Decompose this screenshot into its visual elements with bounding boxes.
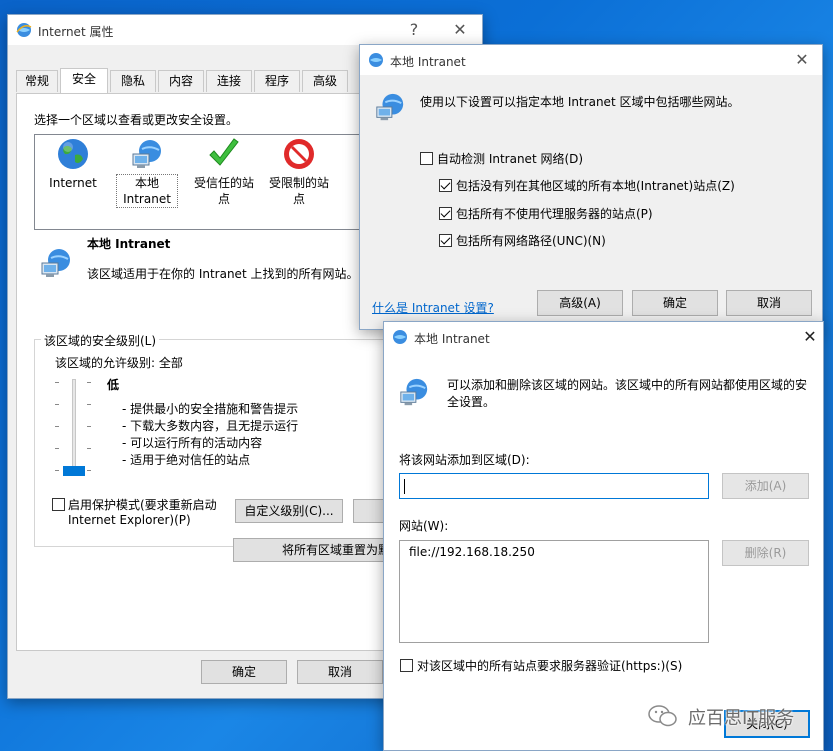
zone-internet[interactable]: Internet [43, 137, 103, 197]
tab-general[interactable]: 常规 [16, 70, 58, 92]
intranet-icon [132, 140, 161, 168]
security-level-name: 低 [107, 378, 120, 392]
level-bullet: - 提供最小的安全措施和警告提示 [122, 402, 299, 416]
auto-detect-checkbox[interactable] [420, 152, 433, 165]
include-unc-label: 包括所有网络路径(UNC)(N) [456, 234, 606, 248]
window-title: Internet 属性 [38, 25, 114, 39]
intranet-settings-dialog: 本地 Intranet ✕ 使用以下设置可以指定本地 Intranet 区域中包… [359, 44, 823, 330]
add-site-button[interactable]: 添加(A) [722, 473, 809, 499]
watermark: 应百思IT服务 [648, 702, 828, 732]
ok-button[interactable]: 确定 [632, 290, 718, 316]
zone-internet-label: Internet [49, 176, 97, 190]
slider-tick [87, 404, 91, 405]
slider-tick [87, 382, 91, 383]
zone-restricted-label: 受限制的站 点 [268, 176, 329, 206]
level-bullet: - 适用于绝对信任的站点 [122, 453, 251, 467]
selected-zone-title: 本地 Intranet [87, 237, 171, 251]
watermark-text: 应百思IT服务 [688, 708, 795, 729]
close-button[interactable]: ✕ [788, 322, 832, 352]
sites-description-2: 全设置。 [447, 395, 496, 409]
title-bar: 本地 Intranet ✕ [384, 322, 823, 352]
include-local-sites-checkbox[interactable] [439, 179, 452, 192]
include-no-proxy-label: 包括所有不使用代理服务器的站点(P) [456, 207, 653, 221]
ok-button[interactable]: 确定 [201, 660, 287, 684]
require-https-checkbox[interactable] [400, 659, 413, 672]
zone-local-intranet[interactable]: 本地 Intranet [115, 137, 179, 209]
slider-tick [87, 448, 91, 449]
text-cursor [404, 479, 405, 494]
protected-mode-checkbox[interactable] [52, 498, 65, 511]
add-site-input[interactable] [399, 473, 709, 499]
ie-globe-icon [16, 23, 32, 37]
slider-tick [55, 404, 59, 405]
cancel-button[interactable]: 取消 [297, 660, 383, 684]
security-slider-thumb[interactable] [63, 466, 85, 476]
slider-tick [55, 426, 59, 427]
intranet-icon [400, 378, 428, 406]
intranet-help-link[interactable]: 什么是 Intranet 设置? [372, 299, 494, 316]
protected-mode-label: 启用保护模式(要求重新启动 [68, 498, 217, 512]
tab-security[interactable]: 安全 [60, 68, 108, 94]
level-bullet: - 可以运行所有的活动内容 [122, 436, 263, 450]
selected-zone-description: 该区域适用于在你的 Intranet 上找到的所有网站。 [87, 267, 359, 281]
websites-label: 网站(W): [399, 519, 449, 533]
include-local-sites-label: 包括没有列在其他区域的所有本地(Intranet)站点(Z) [456, 179, 735, 193]
sites-description: 可以添加和删除该区域的网站。该区域中的所有网站都使用区域的安 [447, 378, 808, 392]
tab-programs[interactable]: 程序 [254, 70, 300, 92]
zone-trusted-label: 受信任的站 点 [193, 176, 254, 206]
websites-list[interactable]: file://192.168.18.250 [399, 540, 709, 643]
protected-mode-label-2: Internet Explorer)(P) [68, 513, 191, 527]
close-button[interactable]: ✕ [780, 45, 824, 75]
allowed-level-text: 该区域的允许级别: 全部 [55, 356, 183, 370]
require-https-label: 对该区域中的所有站点要求服务器验证(https:)(S) [417, 659, 683, 673]
tab-privacy[interactable]: 隐私 [110, 70, 156, 92]
tab-connections[interactable]: 连接 [206, 70, 252, 92]
checkmark-icon [209, 138, 239, 166]
tab-content[interactable]: 内容 [158, 70, 204, 92]
cancel-button[interactable]: 取消 [726, 290, 812, 316]
intranet-icon [376, 93, 404, 121]
level-bullet: - 下载大多数内容，且无提示运行 [122, 419, 299, 433]
close-button[interactable]: ✕ [438, 15, 482, 45]
intranet-icon [41, 249, 70, 277]
slider-tick [55, 470, 59, 471]
ie-globe-icon [393, 330, 407, 344]
zone-restricted-sites[interactable]: 受限制的站 点 [264, 137, 334, 209]
zone-trusted-sites[interactable]: 受信任的站 点 [189, 137, 259, 209]
globe-icon [58, 139, 88, 169]
security-slider-track [72, 379, 76, 471]
wechat-icon [648, 705, 677, 727]
intranet-sites-dialog: 本地 Intranet ✕ 可以添加和删除该区域的网站。该区域中的所有网站都使用… [383, 321, 824, 751]
help-button[interactable]: ? [392, 15, 436, 45]
restricted-icon [284, 139, 314, 169]
auto-detect-label: 自动检测 Intranet 网络(D) [437, 152, 584, 166]
settings-description: 使用以下设置可以指定本地 Intranet 区域中包括哪些网站。 [420, 95, 740, 109]
list-item[interactable]: file://192.168.18.250 [409, 545, 535, 559]
add-site-label: 将该网站添加到区域(D): [399, 453, 530, 467]
tab-advanced[interactable]: 高级 [302, 70, 348, 92]
ie-globe-icon [369, 53, 383, 67]
zone-instruction: 选择一个区域以查看或更改安全设置。 [34, 113, 239, 127]
security-level-group-label: 该区域的安全级别(L) [41, 332, 160, 349]
title-bar: Internet 属性 ? ✕ [8, 15, 482, 45]
include-unc-checkbox[interactable] [439, 234, 452, 247]
slider-tick [87, 470, 91, 471]
window-title: 本地 Intranet [414, 332, 490, 346]
slider-tick [87, 426, 91, 427]
zone-intranet-label: 本地 Intranet [116, 174, 178, 208]
slider-tick [55, 382, 59, 383]
title-bar: 本地 Intranet ✕ [360, 45, 822, 75]
custom-level-button[interactable]: 自定义级别(C)... [235, 499, 343, 523]
window-title: 本地 Intranet [390, 55, 466, 69]
slider-tick [55, 448, 59, 449]
remove-site-button[interactable]: 删除(R) [722, 540, 809, 566]
advanced-button[interactable]: 高级(A) [537, 290, 623, 316]
include-no-proxy-checkbox[interactable] [439, 207, 452, 220]
